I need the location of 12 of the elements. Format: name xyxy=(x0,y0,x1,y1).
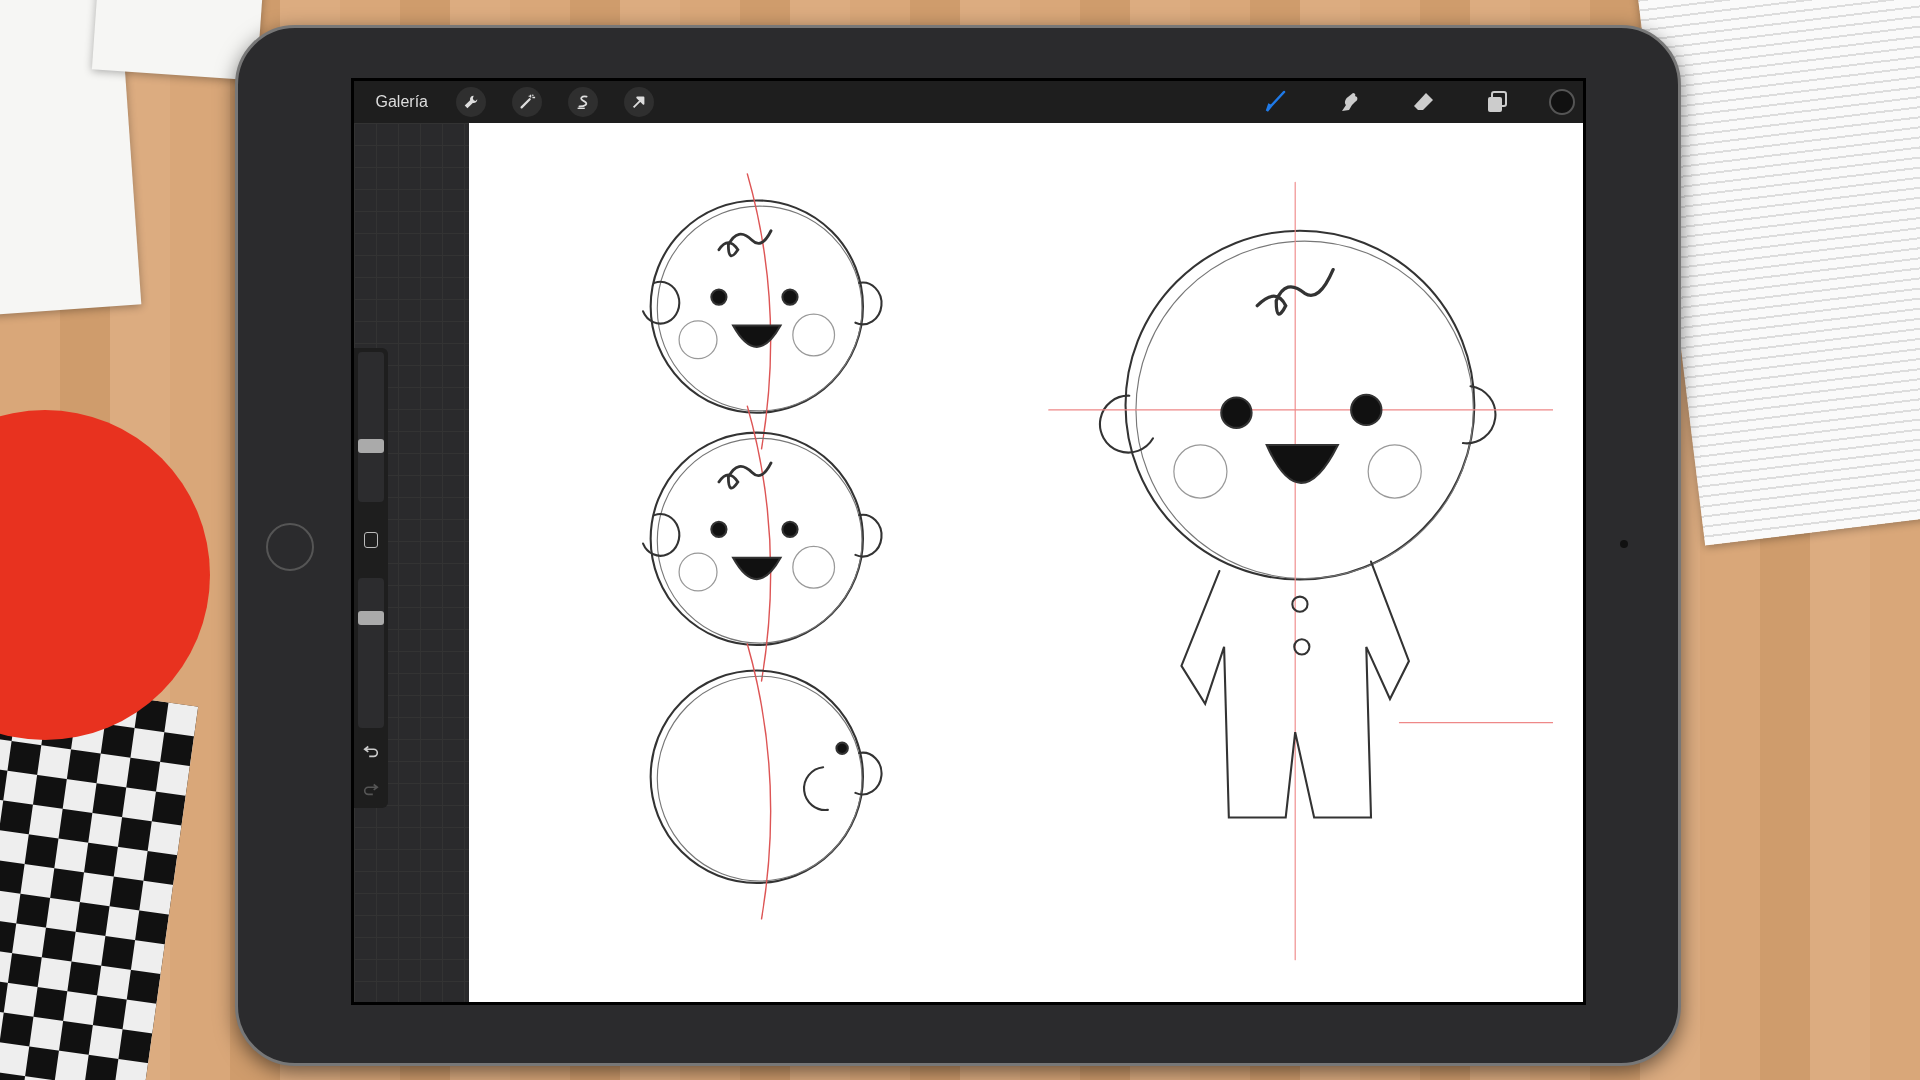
slider-thumb[interactable] xyxy=(357,439,384,453)
gallery-button[interactable]: Galería xyxy=(371,89,432,115)
slider-thumb[interactable] xyxy=(357,611,384,625)
arrow-button[interactable] xyxy=(623,87,654,117)
vertical-slider[interactable] xyxy=(357,578,384,728)
wrench-button[interactable] xyxy=(455,87,486,117)
vertical-slider[interactable] xyxy=(357,352,384,502)
selection-button[interactable] xyxy=(567,87,598,117)
magic-wand-button[interactable] xyxy=(511,87,542,117)
camera-dot xyxy=(1620,540,1628,548)
magic-wand-icon xyxy=(517,93,536,111)
color-button[interactable] xyxy=(1548,89,1575,115)
